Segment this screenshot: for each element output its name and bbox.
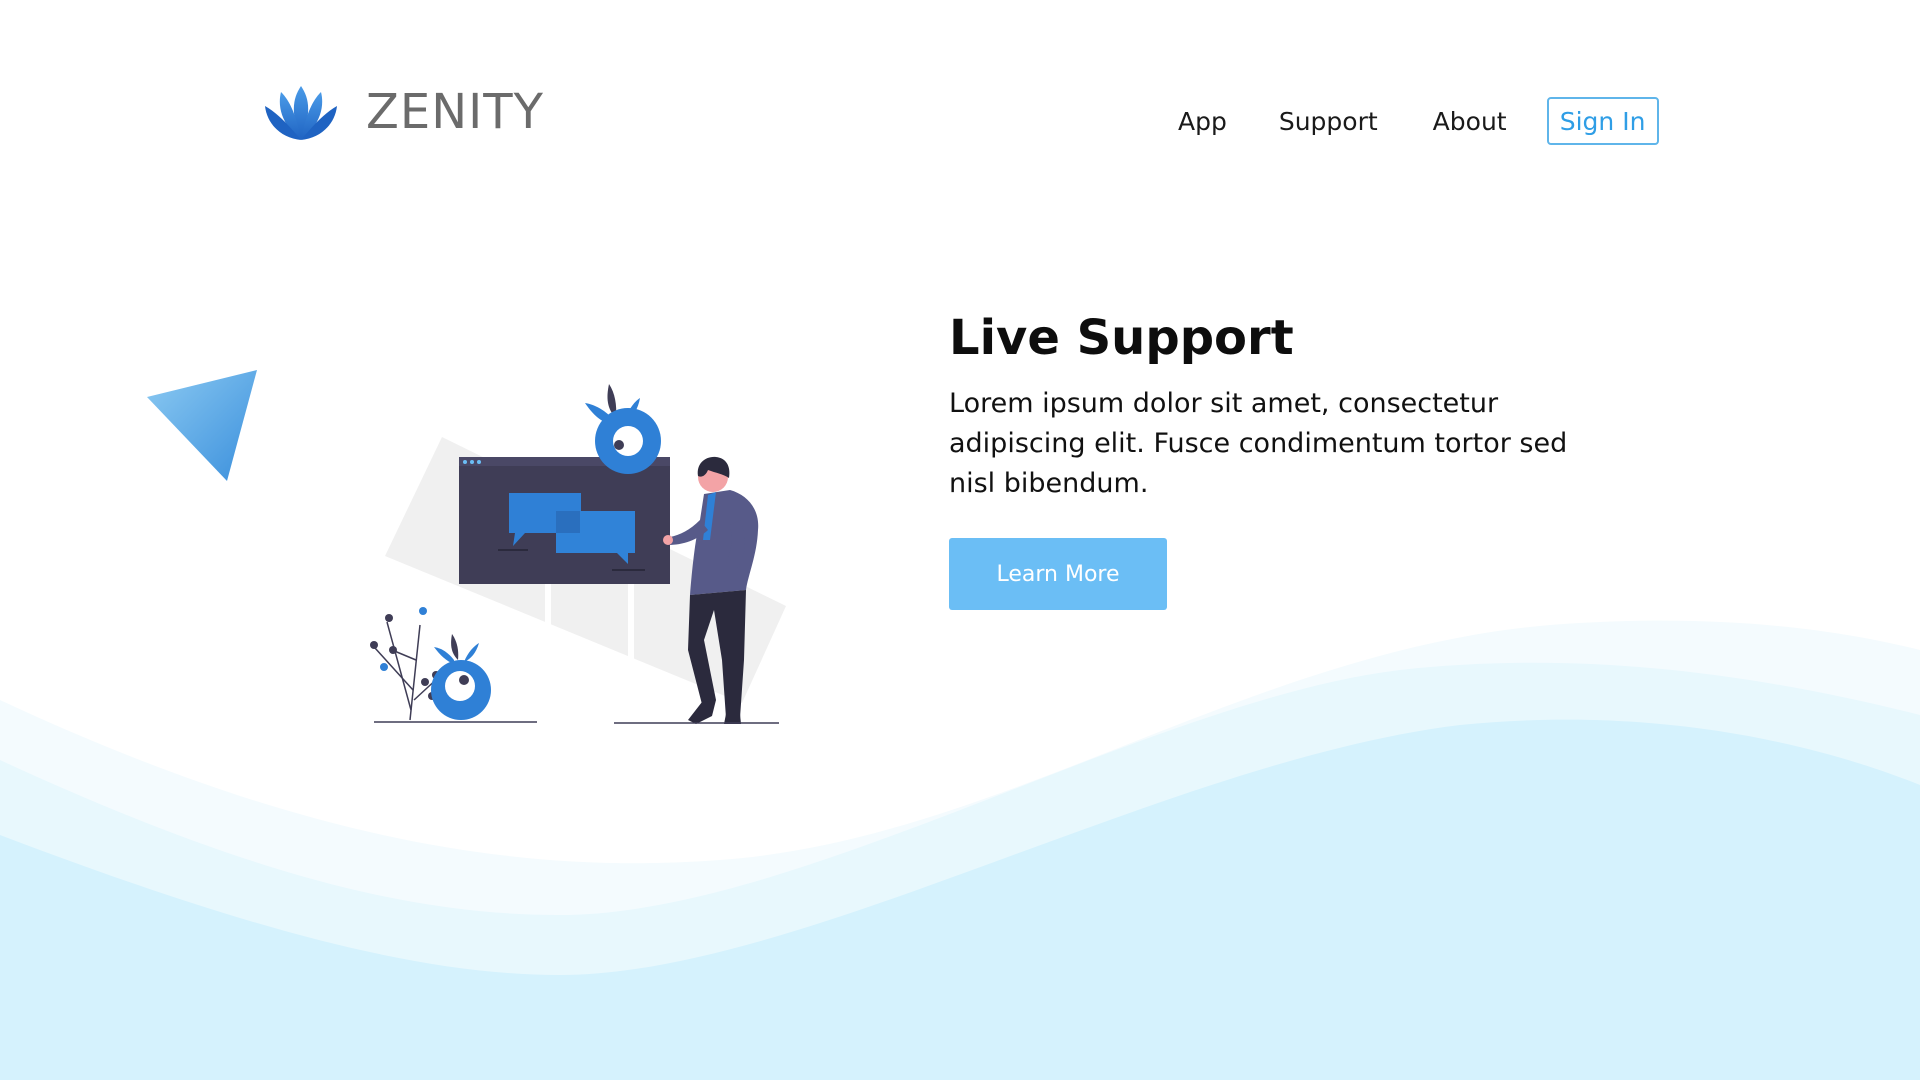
hero-title: Live Support <box>949 310 1294 366</box>
learn-more-button[interactable]: Learn More <box>949 538 1167 610</box>
nav-link-app[interactable]: App <box>1178 107 1227 136</box>
live-support-illustration <box>147 370 786 724</box>
lotus-icon <box>265 86 337 140</box>
hero-section: Live Support Lorem ipsum dolor sit amet,… <box>949 300 1609 610</box>
nav-link-about[interactable]: About <box>1433 107 1507 136</box>
hero-description: Lorem ipsum dolor sit amet, consectetur … <box>949 388 1568 499</box>
plant-bottom-icon <box>370 607 491 721</box>
brand-name: ZENITY <box>366 84 544 140</box>
nav-link-support[interactable]: Support <box>1279 107 1378 136</box>
landing-page: ZENITY App Support About Sign In Live Su… <box>0 0 1920 1080</box>
sign-in-button[interactable]: Sign In <box>1546 97 1659 145</box>
brand-logo[interactable]: ZENITY <box>263 80 544 144</box>
main-nav: App Support About Sign In <box>1160 97 1659 145</box>
triangle-shape <box>147 370 257 481</box>
